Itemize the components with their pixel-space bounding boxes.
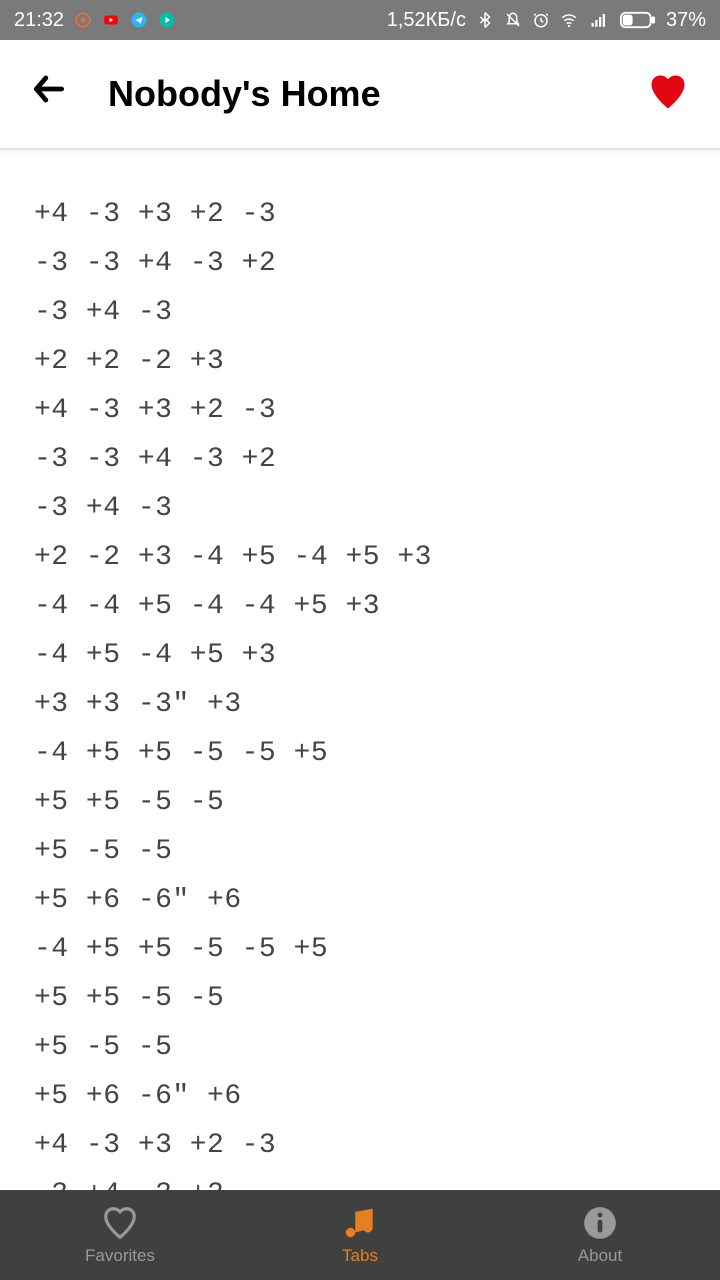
tab-line: +2 -2 +3 -4 +5 -4 +5 +3	[34, 533, 686, 582]
tab-line: +5 -5 -5	[34, 1023, 686, 1072]
notification-muted-icon	[504, 11, 522, 29]
tab-line: -3 +4 -3	[34, 484, 686, 533]
heart-icon	[646, 70, 690, 114]
page-title: Nobody's Home	[108, 73, 646, 115]
heart-outline-icon	[101, 1204, 139, 1242]
bluetooth-icon	[476, 11, 494, 29]
tab-line: +4 -3 +3 +2 -3	[34, 1121, 686, 1170]
nav-tabs[interactable]: Tabs	[240, 1190, 480, 1280]
signal-icon	[588, 11, 610, 29]
tab-content[interactable]: +4 -3 +3 +2 -3-3 -3 +4 -3 +2-3 +4 -3+2 +…	[0, 150, 720, 1190]
nav-about[interactable]: About	[480, 1190, 720, 1280]
tab-line: -4 -4 +5 -4 -4 +5 +3	[34, 582, 686, 631]
bottom-nav: Favorites Tabs About	[0, 1190, 720, 1280]
nav-tabs-label: Tabs	[342, 1246, 378, 1266]
tab-line: -4 +5 -4 +5 +3	[34, 631, 686, 680]
battery-percent: 37%	[666, 9, 706, 32]
nav-favorites[interactable]: Favorites	[0, 1190, 240, 1280]
tab-line: +2 +2 -2 +3	[34, 337, 686, 386]
tab-line: +4 -3 +3 +2 -3	[34, 386, 686, 435]
battery-icon	[620, 11, 656, 29]
tab-line: -4 +5 +5 -5 -5 +5	[34, 729, 686, 778]
tab-line: +3 +3 -3" +3	[34, 680, 686, 729]
youtube-icon	[102, 11, 120, 29]
favorite-button[interactable]	[646, 70, 690, 119]
tab-line: +5 +6 -6" +6	[34, 876, 686, 925]
tab-line: -3 -3 +4 -3 +2	[34, 239, 686, 288]
music-note-icon	[341, 1204, 379, 1242]
tab-line: +5 -5 -5	[34, 827, 686, 876]
info-icon	[581, 1204, 619, 1242]
app-header: Nobody's Home	[0, 40, 720, 150]
status-bar: 21:32 1,52КБ/с 37%	[0, 0, 720, 40]
nav-favorites-label: Favorites	[85, 1246, 155, 1266]
tab-line: +4 -3 +3 +2 -3	[34, 190, 686, 239]
wifi-icon	[560, 11, 578, 29]
tab-line: +5 +5 -5 -5	[34, 974, 686, 1023]
app-icon-2	[158, 11, 176, 29]
tab-line: -3 +4 -3	[34, 288, 686, 337]
nav-about-label: About	[578, 1246, 622, 1266]
telegram-icon	[130, 11, 148, 29]
tab-line: +5 +6 -6" +6	[34, 1072, 686, 1121]
tab-line: +5 +5 -5 -5	[34, 778, 686, 827]
data-rate: 1,52КБ/с	[387, 9, 466, 32]
alarm-icon	[532, 11, 550, 29]
tab-line: -3 +4 -3 +2	[34, 1170, 686, 1190]
status-time: 21:32	[14, 9, 64, 32]
app-icon-1	[74, 11, 92, 29]
tab-line: -4 +5 +5 -5 -5 +5	[34, 925, 686, 974]
tab-line: -3 -3 +4 -3 +2	[34, 435, 686, 484]
back-button[interactable]	[30, 70, 68, 118]
